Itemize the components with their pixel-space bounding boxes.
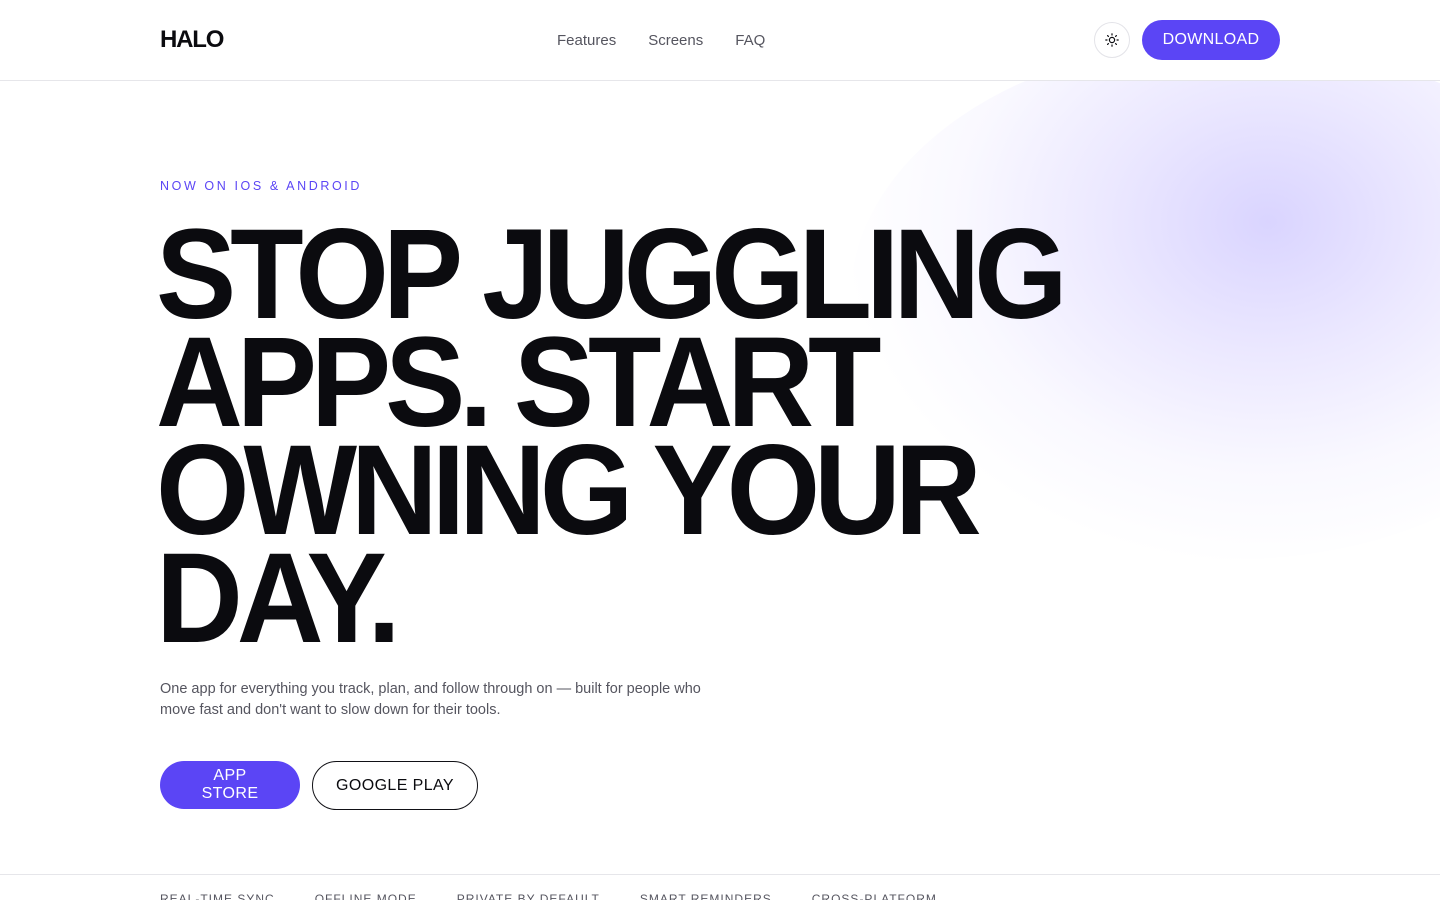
feature-item: OFFLINE MODE (314, 892, 417, 900)
hero-headline: STOP JUGGLING APPS. START OWNING YOUR DA… (156, 211, 1096, 663)
hero-subtext: One app for everything you track, plan, … (160, 681, 701, 718)
download-button[interactable]: DOWNLOAD (1142, 20, 1280, 60)
nav-link-features[interactable]: Features (557, 31, 616, 51)
nav-link-faq[interactable]: FAQ (735, 31, 765, 51)
feature-item: PRIVATE BY DEFAULT (456, 892, 600, 900)
logo[interactable]: HALO (160, 26, 224, 54)
app-store-button[interactable]: APP STORE (160, 761, 300, 809)
feature-item: REAL-TIME SYNC (160, 892, 275, 900)
store-buttons: APP STORE GOOGLE PLAY (160, 761, 478, 810)
sun-icon (1105, 33, 1119, 47)
theme-toggle-button[interactable] (1094, 22, 1130, 58)
main-nav: Features Screens FAQ (557, 31, 765, 51)
hero-eyebrow: NOW ON IOS & ANDROID (160, 179, 363, 193)
features-strip: REAL-TIME SYNC OFFLINE MODE PRIVATE BY D… (0, 874, 1440, 900)
site-header: HALO Features Screens FAQ DOWNLOAD (0, 0, 1440, 81)
landing-page: HALO Features Screens FAQ DOWNLOAD NOW O… (0, 0, 1440, 900)
headline-line-4: DAY. (156, 527, 401, 670)
feature-item: CROSS-PLATFORM (811, 892, 937, 900)
google-play-button[interactable]: GOOGLE PLAY (312, 761, 478, 810)
feature-item: SMART REMINDERS (639, 892, 772, 900)
nav-link-screens[interactable]: Screens (648, 31, 703, 51)
